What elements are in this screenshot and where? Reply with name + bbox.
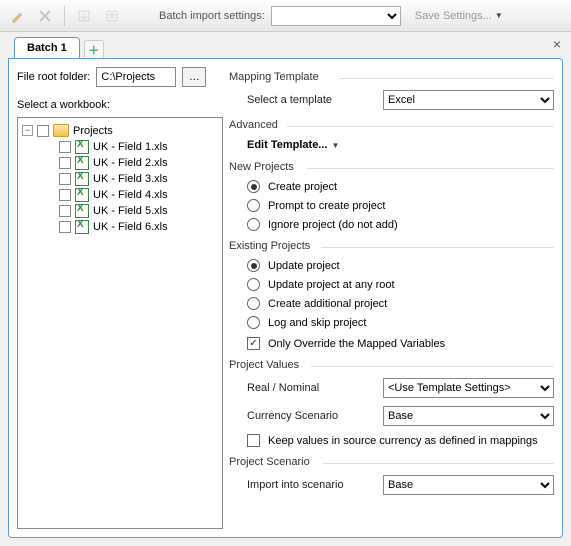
tree-item-label: UK - Field 6.xls [93, 221, 168, 233]
radio[interactable] [247, 297, 260, 310]
workbook-tree[interactable]: − Projects UK - Field 1.xls UK - Field 2.… [17, 117, 223, 529]
delete-icon[interactable] [34, 5, 56, 27]
browse-button[interactable]: … [182, 67, 206, 87]
export-icon[interactable] [101, 5, 123, 27]
excel-file-icon [75, 156, 89, 170]
keep-currency-label: Keep values in source currency as define… [268, 435, 538, 447]
checkbox[interactable] [59, 205, 71, 217]
radio-label: Create project [268, 181, 337, 193]
new-projects-group: New Projects [229, 161, 554, 173]
top-toolbar: Batch import settings: Save Settings... … [0, 0, 571, 32]
chevron-down-icon: ▼ [495, 11, 503, 20]
radio[interactable] [247, 180, 260, 193]
batch-panel: File root folder: … Select a workbook: −… [8, 58, 563, 538]
edit-template-button[interactable]: Edit Template... ▼ [229, 135, 554, 155]
radio-label: Prompt to create project [268, 200, 385, 212]
tree-item[interactable]: UK - Field 3.xls [44, 171, 218, 187]
radio-option[interactable]: Create additional project [229, 294, 554, 313]
excel-file-icon [75, 172, 89, 186]
tree-item[interactable]: UK - Field 6.xls [44, 219, 218, 235]
radio-option[interactable]: Update project [229, 256, 554, 275]
project-values-group: Project Values [229, 359, 554, 371]
advanced-group: Advanced [229, 119, 554, 131]
checkbox[interactable] [59, 221, 71, 233]
chevron-down-icon: ▼ [331, 141, 339, 150]
tree-item-label: UK - Field 2.xls [93, 157, 168, 169]
excel-file-icon [75, 220, 89, 234]
left-pane: File root folder: … Select a workbook: −… [17, 67, 223, 529]
radio[interactable] [247, 259, 260, 272]
tree-item-label: UK - Field 5.xls [93, 205, 168, 217]
save-settings-button[interactable]: Save Settings... ▼ [415, 10, 503, 22]
tab-strip: Batch 1 ＋ × [0, 32, 571, 58]
batch-settings-label: Batch import settings: [159, 10, 265, 22]
excel-file-icon [75, 140, 89, 154]
radio[interactable] [247, 199, 260, 212]
separator [64, 6, 65, 26]
import-scenario-select[interactable]: Base [383, 475, 554, 495]
add-tab-button[interactable]: ＋ [84, 40, 104, 58]
override-label: Only Override the Mapped Variables [268, 338, 445, 350]
file-root-label: File root folder: [17, 71, 90, 83]
override-checkbox[interactable] [247, 337, 260, 350]
checkbox[interactable] [59, 141, 71, 153]
checkbox[interactable] [37, 125, 49, 137]
radio-label: Ignore project (do not add) [268, 219, 398, 231]
checkbox[interactable] [59, 189, 71, 201]
folder-icon [53, 124, 69, 137]
import-icon[interactable] [73, 5, 95, 27]
real-nominal-label: Real / Nominal [247, 382, 375, 394]
radio-label: Update project at any root [268, 279, 395, 291]
tree-item[interactable]: UK - Field 2.xls [44, 155, 218, 171]
close-tab-button[interactable]: × [553, 36, 561, 52]
keep-currency-checkbox[interactable] [247, 434, 260, 447]
checkbox[interactable] [59, 173, 71, 185]
file-root-input[interactable] [96, 67, 176, 87]
tree-item[interactable]: UK - Field 1.xls [44, 139, 218, 155]
radio[interactable] [247, 278, 260, 291]
edit-icon[interactable] [6, 5, 28, 27]
radio-option[interactable]: Prompt to create project [229, 196, 554, 215]
radio-option[interactable]: Ignore project (do not add) [229, 215, 554, 234]
radio-option[interactable]: Create project [229, 177, 554, 196]
radio-label: Create additional project [268, 298, 387, 310]
tab-batch-1[interactable]: Batch 1 [14, 37, 80, 58]
currency-scenario-label: Currency Scenario [247, 410, 375, 422]
excel-file-icon [75, 188, 89, 202]
batch-settings-combo[interactable] [271, 6, 401, 26]
tree-root[interactable]: − Projects [22, 124, 218, 137]
tree-root-label: Projects [73, 125, 113, 137]
radio[interactable] [247, 218, 260, 231]
tree-item[interactable]: UK - Field 5.xls [44, 203, 218, 219]
tree-item-label: UK - Field 1.xls [93, 141, 168, 153]
radio[interactable] [247, 316, 260, 329]
checkbox[interactable] [59, 157, 71, 169]
select-template-label: Select a template [247, 94, 375, 106]
tree-item-label: UK - Field 3.xls [93, 173, 168, 185]
tree-item-label: UK - Field 4.xls [93, 189, 168, 201]
currency-scenario-select[interactable]: Base [383, 406, 554, 426]
excel-file-icon [75, 204, 89, 218]
real-nominal-select[interactable]: <Use Template Settings> [383, 378, 554, 398]
template-select[interactable]: Excel [383, 90, 554, 110]
mapping-template-group: Mapping Template [229, 71, 554, 83]
radio-option[interactable]: Log and skip project [229, 313, 554, 332]
right-pane: Mapping Template Select a template Excel… [229, 67, 554, 529]
radio-option[interactable]: Update project at any root [229, 275, 554, 294]
existing-projects-group: Existing Projects [229, 240, 554, 252]
radio-label: Update project [268, 260, 340, 272]
tree-item[interactable]: UK - Field 4.xls [44, 187, 218, 203]
radio-label: Log and skip project [268, 317, 366, 329]
select-workbook-label: Select a workbook: [17, 99, 223, 111]
import-scenario-label: Import into scenario [247, 479, 375, 491]
project-scenario-group: Project Scenario [229, 456, 554, 468]
collapse-icon[interactable]: − [22, 125, 33, 136]
